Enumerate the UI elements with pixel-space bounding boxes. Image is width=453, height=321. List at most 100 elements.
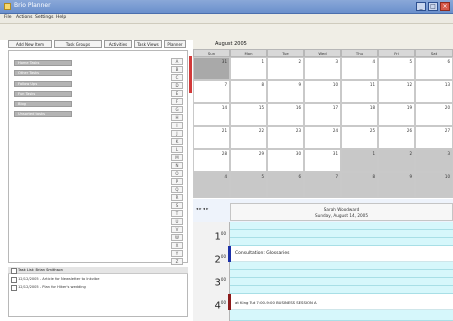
list-item[interactable]: Other Tasks (14, 70, 72, 76)
calendar-day[interactable]: 5 (378, 57, 415, 80)
time-slot[interactable] (230, 278, 453, 286)
side-button[interactable]: Y (171, 250, 183, 257)
calendar-day[interactable]: 8 (230, 80, 267, 103)
menu-help[interactable]: Help (56, 15, 66, 20)
side-button[interactable]: A (171, 58, 183, 65)
calendar-day[interactable]: 11 (341, 80, 378, 103)
time-slot[interactable] (230, 286, 453, 294)
calendar-day[interactable]: 6 (267, 172, 304, 198)
calendar-day[interactable]: 27 (415, 126, 453, 149)
calendar-day[interactable]: 9 (267, 80, 304, 103)
list-item[interactable]: Follow Ups (14, 81, 72, 87)
side-button[interactable]: G (171, 106, 183, 113)
calendar-day[interactable]: 10 (415, 172, 453, 198)
side-button[interactable]: N (171, 162, 183, 169)
calendar-day[interactable]: 4 (341, 57, 378, 80)
task-row[interactable]: 12/12/2005 - Plan for Hiker's wedding (8, 284, 188, 291)
task-groups-select[interactable]: Task Groups (54, 40, 102, 48)
calendar-day[interactable]: 8 (341, 172, 378, 198)
menu-actions[interactable]: Actions (16, 15, 32, 20)
side-button[interactable]: O (171, 170, 183, 177)
task-views-button[interactable]: Task Views (134, 40, 162, 48)
calendar-day[interactable]: 3 (415, 149, 453, 172)
side-button[interactable]: I (171, 122, 183, 129)
menu-file[interactable]: File (4, 15, 12, 20)
close-button[interactable]: × (440, 2, 450, 11)
calendar-day[interactable]: 12 (378, 80, 415, 103)
side-button[interactable]: C (171, 74, 183, 81)
time-slot[interactable] (230, 222, 453, 230)
calendar-day[interactable]: 1 (230, 57, 267, 80)
task-checkbox[interactable] (11, 277, 17, 283)
add-item-button[interactable]: Add New Item (8, 40, 52, 48)
side-button[interactable]: K (171, 138, 183, 145)
side-button[interactable]: T (171, 210, 183, 217)
side-button[interactable]: Q (171, 186, 183, 193)
side-button[interactable]: L (171, 146, 183, 153)
activities-button[interactable]: Activities (104, 40, 132, 48)
side-button[interactable]: H (171, 114, 183, 121)
list-item[interactable]: Unsorted tasks (14, 111, 72, 117)
time-slot[interactable] (230, 230, 453, 238)
calendar-day[interactable]: 17 (304, 103, 341, 126)
side-button[interactable]: B (171, 66, 183, 73)
event-session[interactable]: at King Tut 7:00-9:00 BUSINESS SESSION A (235, 300, 317, 305)
calendar-day[interactable]: 16 (267, 103, 304, 126)
time-slot[interactable] (230, 238, 453, 246)
side-button[interactable]: R (171, 194, 183, 201)
calendar-day[interactable]: 19 (378, 103, 415, 126)
calendar-day[interactable]: 10 (304, 80, 341, 103)
event-consultation[interactable]: Consultation: Glossaries (235, 251, 289, 256)
side-button[interactable]: P (171, 178, 183, 185)
calendar-day[interactable]: 31 (193, 57, 230, 80)
calendar-day[interactable]: 21 (193, 126, 230, 149)
minimize-button[interactable]: _ (416, 2, 426, 11)
calendar-day[interactable]: 15 (230, 103, 267, 126)
side-button[interactable]: Z (171, 258, 183, 265)
side-button[interactable]: E (171, 90, 183, 97)
maximize-button[interactable]: □ (428, 2, 438, 11)
calendar-day[interactable]: 28 (193, 149, 230, 172)
calendar-day[interactable]: 18 (341, 103, 378, 126)
list-item[interactable]: Blog (14, 101, 72, 107)
side-button[interactable]: W (171, 234, 183, 241)
side-button[interactable]: X (171, 242, 183, 249)
list-item[interactable]: Fun Tasks (14, 91, 72, 97)
calendar-day[interactable]: 6 (415, 57, 453, 80)
task-row[interactable]: 12/12/2005 - Article for Newsletter to I… (8, 276, 188, 283)
time-slot[interactable] (230, 262, 453, 270)
time-slot[interactable] (230, 310, 453, 321)
side-button[interactable]: V (171, 226, 183, 233)
calendar-day[interactable]: 13 (415, 80, 453, 103)
day-view-nav[interactable]: ◂ ▸ ◂ ▸ (196, 206, 226, 211)
calendar-day[interactable]: 29 (230, 149, 267, 172)
side-button[interactable]: D (171, 82, 183, 89)
calendar-day[interactable]: 3 (304, 57, 341, 80)
side-button[interactable]: U (171, 218, 183, 225)
calendar-day[interactable]: 2 (378, 149, 415, 172)
list-item[interactable]: Home Tasks (14, 60, 72, 66)
task-header-checkbox[interactable] (11, 268, 17, 274)
side-button[interactable]: J (171, 130, 183, 137)
calendar-day[interactable]: 7 (304, 172, 341, 198)
calendar-day[interactable]: 2 (267, 57, 304, 80)
calendar-day[interactable]: 26 (378, 126, 415, 149)
menu-settings[interactable]: Settings (35, 15, 53, 20)
calendar-day[interactable]: 4 (193, 172, 230, 198)
side-button[interactable]: F (171, 98, 183, 105)
calendar-day[interactable]: 20 (415, 103, 453, 126)
calendar-day[interactable]: 23 (267, 126, 304, 149)
task-checkbox[interactable] (11, 285, 17, 291)
calendar-day[interactable]: 22 (230, 126, 267, 149)
planner-button[interactable]: Planner (164, 40, 186, 48)
calendar-day[interactable]: 30 (267, 149, 304, 172)
calendar-day[interactable]: 7 (193, 80, 230, 103)
calendar-day[interactable]: 1 (341, 149, 378, 172)
side-button[interactable]: M (171, 154, 183, 161)
calendar-day[interactable]: 14 (193, 103, 230, 126)
calendar-day[interactable]: 24 (304, 126, 341, 149)
calendar-day[interactable]: 25 (341, 126, 378, 149)
calendar-day[interactable]: 5 (230, 172, 267, 198)
time-slot[interactable] (230, 270, 453, 278)
side-button[interactable]: S (171, 202, 183, 209)
